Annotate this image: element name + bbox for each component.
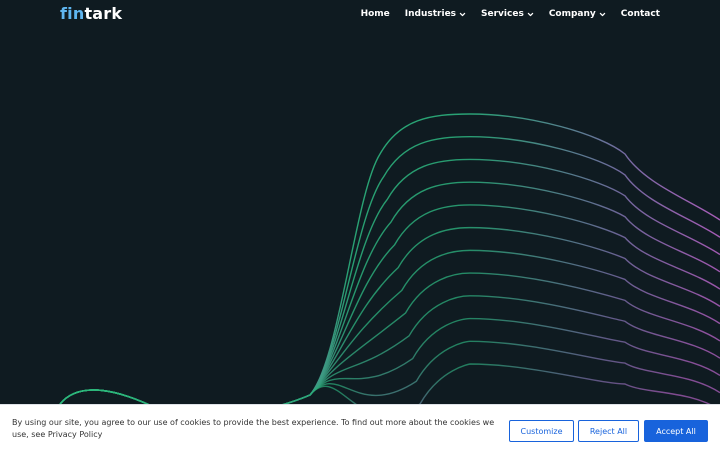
reject-all-button[interactable]: Reject All xyxy=(578,420,639,442)
wave-lines xyxy=(59,113,720,419)
nav-item-home[interactable]: Home xyxy=(361,9,390,19)
logo-text-tark: tark xyxy=(84,4,123,23)
accept-all-button[interactable]: Accept All xyxy=(644,420,708,442)
chevron-down-icon xyxy=(459,12,466,16)
page: fintark Home Industries Services Company… xyxy=(0,0,720,450)
wave-line xyxy=(59,226,720,419)
nav-label: Industries xyxy=(404,9,457,19)
chevron-down-icon xyxy=(599,12,606,16)
nav-item-company[interactable]: Company xyxy=(549,9,606,19)
wave-line xyxy=(59,158,720,419)
cookie-message: By using our site, you agree to our use … xyxy=(12,417,502,441)
nav-item-industries[interactable]: Industries xyxy=(405,9,466,19)
site-header: fintark Home Industries Services Company… xyxy=(0,0,720,30)
logo-text-fin: fin xyxy=(60,4,85,23)
nav-label: Contact xyxy=(620,9,660,19)
wave-line xyxy=(59,272,720,419)
hero-wave-graphic xyxy=(59,113,720,419)
fintark-logo[interactable]: fintark xyxy=(60,4,122,23)
nav-label: Home xyxy=(360,9,390,19)
chevron-down-icon xyxy=(527,12,534,16)
nav-label: Services xyxy=(481,9,524,19)
wave-line xyxy=(59,204,720,419)
main-nav: Home Industries Services Company Contact xyxy=(346,9,660,19)
nav-item-services[interactable]: Services xyxy=(481,9,534,19)
nav-label: Company xyxy=(548,9,596,19)
privacy-policy-link[interactable]: Privacy Policy xyxy=(48,430,103,439)
cookie-consent-banner: By using our site, you agree to our use … xyxy=(0,404,720,450)
wave-line xyxy=(59,295,720,419)
nav-item-contact[interactable]: Contact xyxy=(621,9,660,19)
wave-line xyxy=(59,113,720,419)
customize-button[interactable]: Customize xyxy=(509,420,574,442)
